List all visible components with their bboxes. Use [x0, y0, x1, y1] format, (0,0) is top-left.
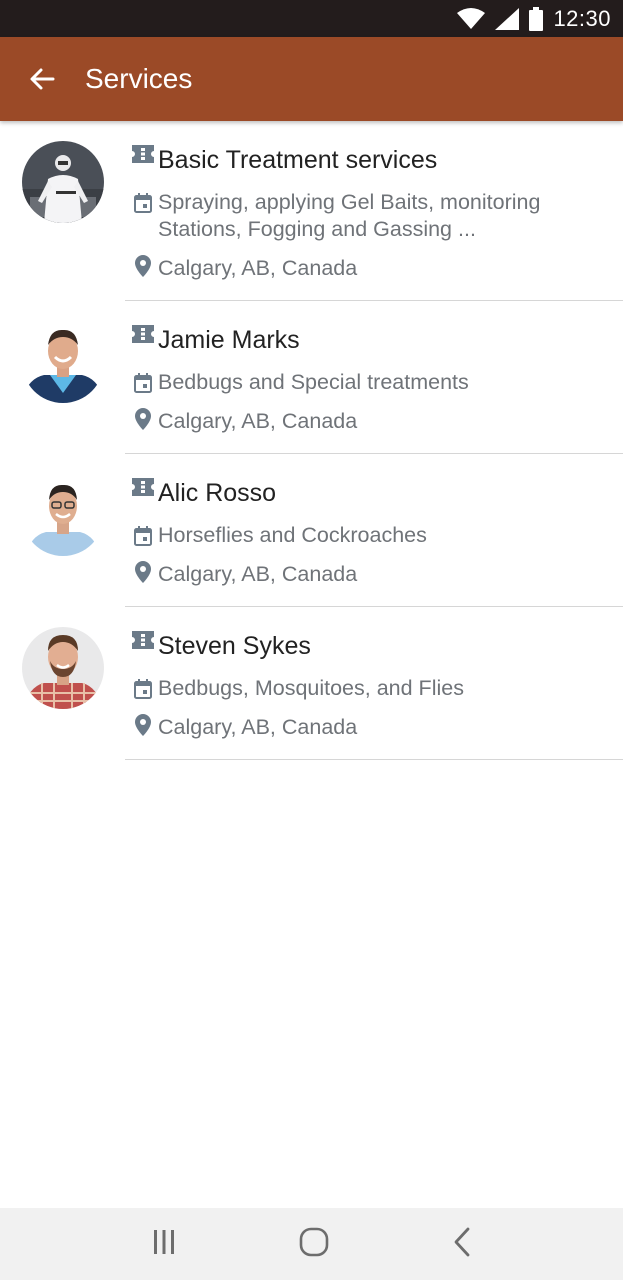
battery-icon [529, 6, 544, 31]
status-time: 12:30 [553, 5, 611, 31]
ticket-icon [125, 325, 158, 343]
status-bar: 12:30 [0, 0, 623, 37]
calendar-icon [125, 369, 158, 393]
calendar-icon [125, 522, 158, 546]
list-item[interactable]: Jamie Marks Bedbugs and Special treatmen… [0, 301, 623, 454]
service-location: Calgary, AB, Canada [158, 715, 358, 739]
service-title: Basic Treatment services [158, 146, 438, 174]
recent-apps-icon [153, 1229, 174, 1254]
service-title: Jamie Marks [158, 326, 300, 354]
location-pin-icon [125, 408, 158, 430]
ticket-icon [125, 478, 158, 496]
service-location: Calgary, AB, Canada [158, 256, 358, 280]
service-location: Calgary, AB, Canada [158, 409, 358, 433]
avatar [21, 474, 104, 556]
wifi-icon [457, 7, 486, 29]
service-description: Spraying, applying Gel Baits, monitoring… [158, 190, 541, 241]
home-icon [299, 1227, 328, 1256]
calendar-icon [125, 675, 158, 699]
ticket-icon [125, 631, 158, 649]
location-pin-icon [125, 255, 158, 277]
list-item[interactable]: Basic Treatment services Spraying, apply… [0, 121, 623, 301]
arrow-back-icon [30, 68, 55, 90]
location-pin-icon [125, 561, 158, 583]
back-button[interactable] [0, 37, 84, 121]
service-title: Steven Sykes [158, 632, 311, 660]
system-nav-bar [0, 1208, 623, 1280]
service-description: Bedbugs and Special treatments [158, 370, 469, 394]
list-item[interactable]: Alic Rosso Horseflies and Cockroaches Ca… [0, 454, 623, 607]
cell-signal-icon [495, 7, 520, 30]
service-location: Calgary, AB, Canada [158, 562, 358, 586]
list-item[interactable]: Steven Sykes Bedbugs, Mosquitoes, and Fl… [0, 607, 623, 760]
service-description: Bedbugs, Mosquitoes, and Flies [158, 676, 464, 700]
system-back-button[interactable] [452, 1227, 472, 1262]
service-title: Alic Rosso [158, 479, 277, 507]
service-description: Horseflies and Cockroaches [158, 523, 427, 547]
calendar-icon [125, 189, 158, 213]
recent-apps-button[interactable] [152, 1229, 176, 1260]
avatar [21, 141, 104, 223]
avatar [21, 627, 104, 709]
chevron-left-icon [454, 1227, 469, 1256]
home-button[interactable] [299, 1227, 329, 1262]
ticket-icon [125, 145, 158, 163]
location-pin-icon [125, 714, 158, 736]
app-bar: Services [0, 37, 623, 121]
avatar [21, 321, 104, 403]
page-title: Services [85, 63, 193, 94]
service-list: Basic Treatment services Spraying, apply… [0, 121, 623, 760]
